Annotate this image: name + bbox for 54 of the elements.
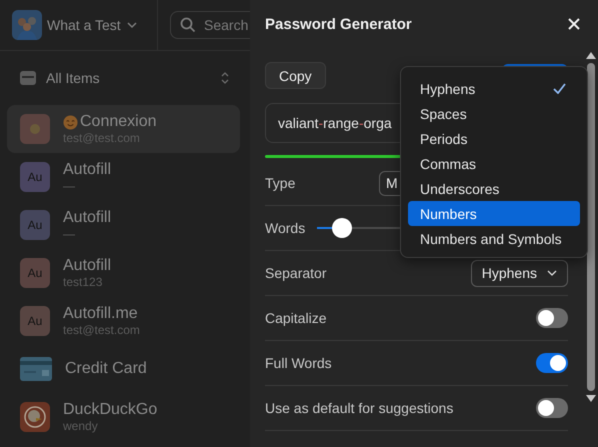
menu-item[interactable]: Numbers (408, 201, 580, 226)
menu-item[interactable]: Numbers and Symbols (408, 226, 580, 251)
item-title: Autofill (63, 209, 112, 227)
dropdown[interactable]: Hyphens (470, 260, 568, 286)
copy-button[interactable]: Copy (265, 62, 326, 89)
item-title: Autofill (63, 161, 112, 179)
menu-item[interactable]: Underscores (408, 176, 580, 201)
setting-label: Words (265, 220, 306, 236)
item-subtitle: wendy (63, 419, 99, 433)
dialog-title: Password Generator (265, 16, 412, 32)
setting-label: Capitalize (265, 310, 326, 326)
item-subtitle: — (63, 227, 76, 241)
toggle-switch[interactable] (536, 398, 568, 418)
item-title: DuckDuckGo (63, 401, 158, 419)
item-subtitle: test123 (63, 275, 104, 289)
item-title: Autofill.me (63, 305, 138, 323)
tray-icon (20, 70, 36, 86)
menu-item[interactable]: Periods (408, 126, 580, 151)
toggle-switch[interactable] (536, 353, 568, 373)
filter-label[interactable]: All Items (46, 70, 210, 86)
initials-avatar: Au (20, 306, 50, 336)
vault-avatar-icon (12, 10, 42, 40)
initials-avatar: Au (20, 162, 50, 192)
scroll-down-icon[interactable] (586, 395, 596, 402)
item-title: Credit Card (65, 360, 147, 378)
item-title: Connexion (80, 113, 156, 131)
initials-avatar: Au (20, 210, 50, 240)
menu-item[interactable]: Spaces (408, 101, 580, 126)
menu-item[interactable]: Hyphens (408, 76, 580, 101)
vault-name[interactable]: What a Test (47, 17, 121, 33)
initials-avatar: Au (20, 258, 50, 288)
setting-label: Type (265, 175, 296, 191)
vault-item[interactable]: Au Autofill.me test@test.com (7, 297, 240, 345)
slider-thumb[interactable] (332, 218, 352, 238)
item-title: Autofill (63, 257, 112, 275)
vault-item[interactable]: Au Autofill — (7, 201, 240, 249)
checkmark-icon (553, 83, 566, 94)
smiley-emoji-icon (63, 114, 78, 130)
search-icon (180, 17, 196, 33)
vault-item[interactable]: Au Autofill test123 (7, 249, 240, 297)
vault-item[interactable]: DuckDuckGo wendy (7, 393, 240, 441)
item-subtitle: — (63, 179, 76, 193)
setting-label: Full Words (265, 355, 332, 371)
vault-item[interactable]: Credit Card (7, 345, 240, 393)
up-down-chevron-icon[interactable] (220, 71, 230, 85)
scroll-up-icon[interactable] (586, 52, 596, 59)
setting-label: Separator (265, 265, 326, 281)
setting-label: Use as default for suggestions (265, 400, 454, 416)
vault-item[interactable]: Au Autofill — (7, 153, 240, 201)
scrollbar-thumb[interactable] (587, 63, 595, 391)
menu-item[interactable]: Commas (408, 151, 580, 176)
close-icon[interactable] (568, 18, 580, 30)
toggle-switch[interactable] (536, 308, 568, 328)
item-subtitle: test@test.com (63, 323, 140, 337)
